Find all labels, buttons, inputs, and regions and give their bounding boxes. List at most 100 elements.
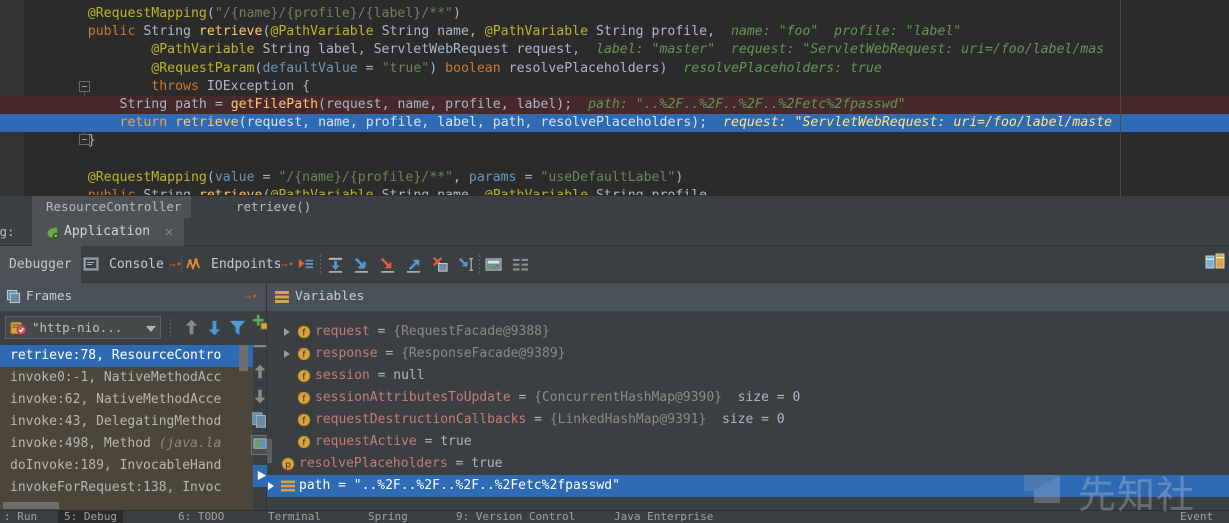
- variable-row[interactable]: path = "..%2F..%2F..%2F..%2Fetc%2fpasswd…: [267, 475, 1229, 497]
- tab-application[interactable]: Application ×: [32, 218, 184, 246]
- thread-selector[interactable]: "http-nio...: [5, 316, 145, 339]
- step-into-icon[interactable]: [352, 255, 371, 274]
- stack-frame-row[interactable]: invokeForRequest:138, Invoc: [0, 477, 253, 499]
- status-bar-item[interactable]: Terminal: [268, 510, 321, 523]
- debugger-toolbar: Debugger Console →• Endpoints →•: [0, 246, 1229, 283]
- variables-panel[interactable]: frequest = {RequestFacade@9388}fresponse…: [267, 311, 1229, 510]
- string-value-icon: [281, 479, 295, 493]
- tab-debugger[interactable]: Debugger: [0, 246, 81, 283]
- variable-name: resolvePlaceholders: [299, 456, 448, 471]
- status-bar-item[interactable]: Event: [1180, 510, 1213, 523]
- stack-frame-method: doInvoke:189,: [10, 458, 120, 473]
- frames-sep: [170, 319, 171, 337]
- up-arrow-icon[interactable]: [182, 318, 201, 337]
- stack-frame-method: invoke0:-1,: [10, 370, 104, 385]
- frames-panel-title: Frames: [26, 283, 72, 311]
- variable-row[interactable]: frequest = {RequestFacade@9388}: [267, 321, 1229, 343]
- variable-row[interactable]: presolvePlaceholders = true: [267, 453, 1229, 475]
- code-line[interactable]: @RequestParam(defaultValue = "true") boo…: [0, 60, 1229, 78]
- stack-frame-method: invokeForRequest:138,: [10, 480, 182, 495]
- expand-triangle-icon[interactable]: [268, 482, 274, 490]
- customize-view-icon: [253, 437, 268, 452]
- code-line[interactable]: String path = getFilePath(request, name,…: [0, 96, 1229, 114]
- stack-frame-row[interactable]: invoke:498, Method (java.la: [0, 433, 253, 455]
- step-over-icon[interactable]: [326, 255, 345, 274]
- stack-frame-row[interactable]: invoke:62, NativeMethodAcce: [0, 389, 253, 411]
- frames-settings-icon[interactable]: →•: [245, 283, 258, 311]
- expand-triangle-icon[interactable]: [284, 328, 290, 336]
- variable-row[interactable]: frequestDestructionCallbacks = {LinkedHa…: [267, 409, 1229, 431]
- code-line[interactable]: public String retrieve(@PathVariable Str…: [0, 23, 1229, 41]
- variable-row[interactable]: fsession = null: [267, 365, 1229, 387]
- code-line[interactable]: [0, 151, 1229, 169]
- variable-name: path: [299, 478, 330, 493]
- code-line[interactable]: @PathVariable String label, ServletWebRe…: [0, 41, 1229, 59]
- stack-frame-row[interactable]: retrieve:78, ResourceContro: [0, 345, 253, 367]
- thread-selector-chevron-down-icon[interactable]: [140, 316, 161, 339]
- step-out-icon[interactable]: [404, 255, 423, 274]
- code-line[interactable]: return retrieve(request, name, profile, …: [0, 114, 1229, 132]
- breadcrumb-bg: [24, 196, 1229, 218]
- stack-frame-class: Invoc: [182, 480, 221, 495]
- code-lines[interactable]: @RequestMapping("/{name}/{profile}/{labe…: [0, 0, 1229, 203]
- show-execution-point-icon[interactable]: [296, 255, 315, 274]
- run-to-cursor-icon[interactable]: [456, 255, 475, 274]
- variable-name: sessionAttributesToUpdate: [315, 390, 511, 405]
- variable-equals: =: [417, 434, 440, 449]
- variable-row[interactable]: frequestActive = true: [267, 431, 1229, 453]
- stack-frame-row[interactable]: invoke0:-1, NativeMethodAcc: [0, 367, 253, 389]
- filter-icon[interactable]: [228, 318, 247, 337]
- code-line[interactable]: @RequestMapping(value = "/{name}/{profil…: [0, 169, 1229, 187]
- status-bar-item[interactable]: 5: Debug: [58, 510, 123, 523]
- stack-frame-class: InvocableHand: [120, 458, 222, 473]
- variable-size: size = 0: [722, 390, 800, 405]
- code-line[interactable]: @RequestMapping("/{name}/{profile}/{labe…: [0, 5, 1229, 23]
- evaluate-expression-icon[interactable]: [484, 255, 503, 274]
- stack-frame-row[interactable]: invoke:43, DelegatingMethod: [0, 411, 253, 433]
- variable-name: session: [315, 368, 370, 383]
- status-bar-item[interactable]: Java Enterprise: [614, 510, 713, 523]
- frames-vertical-scrollbar[interactable]: [239, 345, 248, 371]
- status-bar-item[interactable]: 6: TODO: [178, 510, 224, 523]
- toolbar-separator-3: [320, 255, 321, 274]
- stack-frame-row[interactable]: doInvoke:189, InvocableHand: [0, 455, 253, 477]
- thread-suspended-icon: [10, 320, 27, 336]
- drop-frame-icon[interactable]: [430, 255, 449, 274]
- call-stack-list[interactable]: retrieve:78, ResourceControinvoke0:-1, N…: [0, 345, 253, 510]
- variable-value: true: [471, 456, 502, 471]
- breadcrumb-method[interactable]: retrieve(): [222, 196, 321, 218]
- force-step-into-icon[interactable]: [378, 255, 397, 274]
- stack-frame-method: invoke:43,: [10, 414, 96, 429]
- breadcrumb-class[interactable]: ResourceController: [32, 196, 191, 218]
- variable-row[interactable]: fsessionAttributesToUpdate = {Concurrent…: [267, 387, 1229, 409]
- status-bar-item[interactable]: : Run: [4, 510, 37, 523]
- frames-panel: "http-nio... retrieve:78, ResourceContro…: [0, 311, 253, 510]
- run-tool-label: ug:: [0, 218, 15, 246]
- variable-row[interactable]: fresponse = {ResponseFacade@9389}: [267, 343, 1229, 365]
- variable-value: {ConcurrentHashMap@9390}: [534, 390, 722, 405]
- tab-close-icon[interactable]: ×: [164, 218, 174, 246]
- thread-selector-value: "http-nio...: [32, 317, 122, 338]
- variable-equals: =: [378, 346, 401, 361]
- variables-side-toolbar: [253, 311, 267, 510]
- code-line[interactable]: }: [0, 132, 1229, 150]
- variables-panel-header: Variables: [267, 283, 1229, 311]
- variable-value: true: [440, 434, 471, 449]
- status-bar-item[interactable]: Spring: [368, 510, 408, 523]
- down-arrow-icon[interactable]: [205, 318, 224, 337]
- stack-frame-method: invoke:498,: [10, 436, 104, 451]
- right-margin-guide: [1120, 0, 1121, 203]
- status-bar-item[interactable]: 9: Version Control: [456, 510, 575, 523]
- code-line[interactable]: public String retrieve(@PathVariable Str…: [0, 187, 1229, 195]
- code-line[interactable]: throws IOException {: [0, 78, 1229, 96]
- variable-equals: =: [511, 390, 534, 405]
- code-editor[interactable]: @RequestMapping("/{name}/{profile}/{labe…: [0, 0, 1229, 203]
- frames-horizontal-scrollbar[interactable]: [3, 502, 59, 509]
- frames-icon: [6, 289, 21, 304]
- layout-settings-icon[interactable]: [511, 255, 530, 274]
- variable-equals: =: [448, 456, 471, 471]
- expand-triangle-icon[interactable]: [284, 350, 290, 358]
- threads-and-variables-icon[interactable]: [1205, 251, 1227, 273]
- variable-value: {RequestFacade@9388}: [393, 324, 550, 339]
- variable-size: size = 0: [706, 412, 784, 427]
